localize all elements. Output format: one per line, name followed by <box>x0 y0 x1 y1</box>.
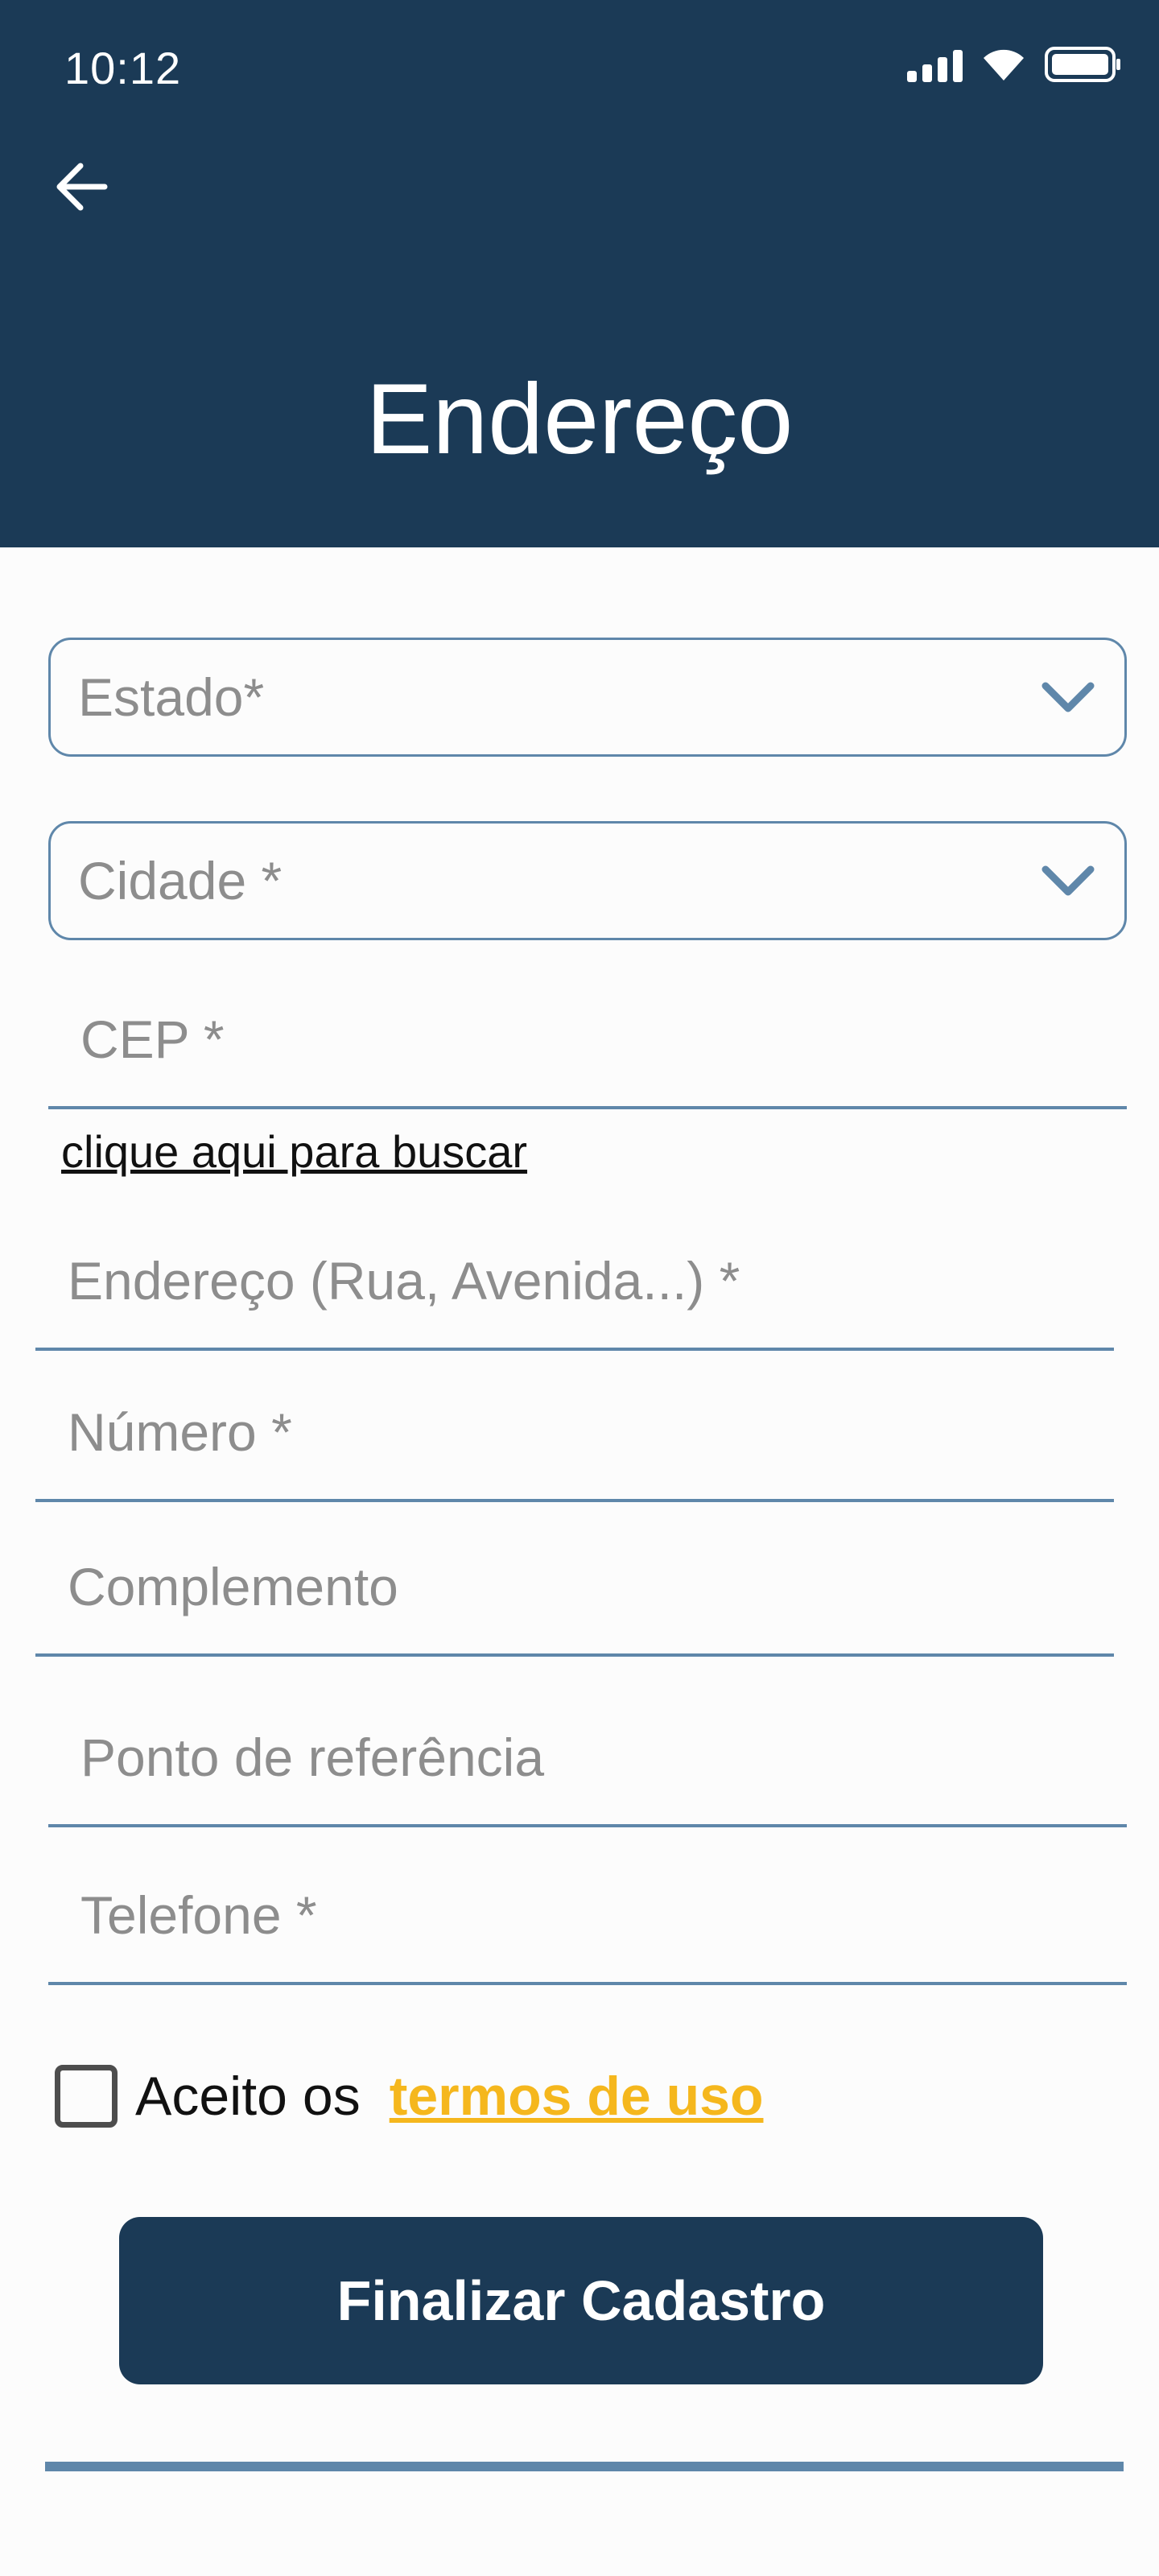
address-input[interactable] <box>68 1250 1114 1311</box>
back-button[interactable] <box>48 153 116 221</box>
complement-field <box>35 1520 1114 1657</box>
city-select[interactable]: Cidade * <box>48 821 1127 940</box>
number-input[interactable] <box>68 1402 1114 1463</box>
state-select[interactable]: Estado* <box>48 638 1127 757</box>
chevron-down-icon <box>1041 682 1095 712</box>
chevron-down-icon <box>1041 865 1095 896</box>
address-screen: 10:12 Endereço Estado* Cidade * CEP * cl… <box>0 0 1159 2576</box>
address-field <box>35 1214 1114 1351</box>
page-title: Endereço <box>365 364 794 475</box>
terms-of-use-link[interactable]: termos de uso <box>390 2065 764 2128</box>
reference-input[interactable] <box>80 1727 1127 1788</box>
cep-field <box>48 972 1127 1109</box>
phone-field <box>48 1848 1127 1985</box>
search-cep-link[interactable]: clique aqui para buscar <box>61 1125 527 1178</box>
status-icons <box>907 45 1122 84</box>
app-header: 10:12 Endereço <box>0 0 1159 547</box>
phone-input[interactable] <box>80 1885 1127 1946</box>
number-field <box>35 1365 1114 1502</box>
terms-row: Aceito os termos de uso <box>55 2065 763 2128</box>
finish-registration-button[interactable]: Finalizar Cadastro <box>119 2217 1043 2384</box>
bottom-divider <box>45 2462 1124 2471</box>
city-select-placeholder: Cidade * <box>78 851 283 910</box>
complement-input[interactable] <box>68 1556 1114 1617</box>
status-time: 10:12 <box>64 43 182 93</box>
cep-input[interactable] <box>80 1009 1127 1070</box>
reference-field <box>48 1690 1127 1827</box>
back-arrow-icon <box>56 163 108 211</box>
wifi-icon <box>984 49 1024 80</box>
battery-icon <box>1045 47 1120 82</box>
signal-icon <box>907 47 963 82</box>
terms-checkbox[interactable] <box>55 2065 118 2128</box>
state-select-placeholder: Estado* <box>78 667 265 727</box>
terms-label: Aceito os <box>135 2066 361 2127</box>
